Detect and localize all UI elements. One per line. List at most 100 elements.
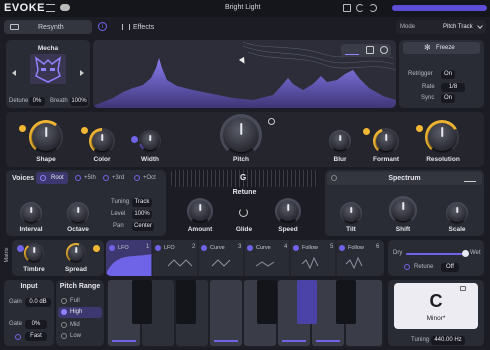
settings-icon[interactable] (380, 46, 388, 54)
mod-tab-6-num: 6 (376, 244, 380, 250)
voice-fifth-toggle[interactable] (75, 175, 81, 181)
gain-value[interactable]: 0.0 dB (25, 298, 51, 307)
mod-tab-1[interactable]: LFO (109, 243, 129, 252)
undo-icon[interactable] (356, 4, 364, 12)
pitch-knob[interactable] (224, 118, 258, 152)
shift-knob[interactable] (392, 199, 414, 221)
cube-icon[interactable] (366, 46, 374, 54)
waveform-tab-icon (10, 24, 19, 30)
info-icon[interactable]: i (98, 22, 107, 31)
speed-label: Speed (278, 226, 298, 233)
mix-retune-toggle[interactable] (404, 264, 410, 270)
black-key[interactable] (257, 280, 277, 324)
tuning-value[interactable]: Track (132, 198, 152, 207)
voice-octave-label[interactable]: +Oct (143, 175, 156, 181)
white-key[interactable] (210, 280, 242, 346)
color-mod-icon[interactable] (81, 127, 88, 134)
fast-label[interactable]: Fast (25, 332, 47, 341)
shape-mod-icon[interactable] (19, 125, 26, 132)
pan-value[interactable]: Center (132, 222, 154, 231)
mix-panel (388, 240, 484, 276)
formant-knob[interactable] (376, 131, 396, 151)
cloud-icon[interactable] (60, 4, 70, 11)
spectrum-wave-icon[interactable] (464, 175, 476, 182)
wave-view-icon[interactable] (345, 46, 359, 55)
key-tuning-value[interactable]: 440.00 Hz (431, 336, 465, 345)
preset-name[interactable]: Bright Light (225, 4, 260, 11)
retune-title: Retune (232, 189, 257, 196)
width-knob[interactable] (141, 132, 159, 150)
mix-retune-label: Retune (414, 264, 434, 270)
tab-effects[interactable]: Effects (133, 24, 154, 31)
tilt-label: Tilt (346, 226, 356, 233)
spread-mod-icon[interactable] (93, 245, 100, 252)
shape-knob[interactable] (32, 123, 60, 151)
range-high-radio (61, 309, 67, 315)
interval-knob[interactable] (22, 204, 40, 222)
breath-label: Breath (50, 98, 68, 104)
voice-root-label: Root (51, 175, 64, 181)
black-key[interactable] (297, 280, 317, 324)
glide-label: Glide (235, 226, 253, 233)
mod-tab-6[interactable]: Follow (339, 243, 364, 252)
resolution-mod-icon[interactable] (416, 125, 423, 132)
mix-retune-value[interactable]: Off (441, 263, 459, 272)
mod-tab-3[interactable]: Curve (201, 243, 225, 252)
fast-toggle[interactable] (15, 334, 21, 340)
color-knob[interactable] (92, 131, 112, 151)
timbre-knob[interactable] (26, 245, 42, 261)
redo-icon[interactable] (369, 4, 377, 12)
amount-knob[interactable] (190, 201, 210, 221)
mod-tab-6-name: Follow (348, 244, 364, 251)
width-label: Width (141, 156, 159, 163)
voice-octave-toggle[interactable] (134, 175, 140, 181)
black-key[interactable] (132, 280, 152, 324)
retune-note: G (240, 173, 247, 182)
black-key[interactable] (176, 280, 196, 324)
detune-label: Detune (9, 98, 29, 104)
rate-value[interactable]: 1/8 (441, 83, 465, 92)
voice-third-label[interactable]: +3rd (112, 175, 124, 181)
timbre-mod-icon[interactable] (17, 245, 24, 252)
hamburger-icon[interactable] (46, 4, 55, 12)
power-icon[interactable] (239, 208, 248, 217)
spread-knob[interactable] (68, 245, 84, 261)
level-value[interactable]: 100% (132, 210, 152, 219)
link-icon[interactable] (268, 118, 275, 125)
voice-third-toggle[interactable] (103, 175, 109, 181)
next-arrow-icon[interactable] (80, 70, 84, 76)
octave-knob[interactable] (69, 204, 87, 222)
mod-tab-4[interactable]: Curve (247, 243, 271, 252)
mod-tab-5-num: 5 (330, 244, 334, 250)
range-low-radio[interactable] (61, 333, 67, 339)
prev-arrow-icon[interactable] (12, 70, 16, 76)
compare-icon[interactable] (343, 4, 351, 12)
detune-value[interactable]: 0% (29, 97, 45, 106)
voice-fifth-label[interactable]: +5th (84, 175, 96, 181)
black-key[interactable] (336, 280, 356, 324)
output-meter[interactable] (392, 5, 487, 11)
tilt-knob[interactable] (342, 204, 360, 222)
mix-slider-handle[interactable] (462, 250, 469, 257)
scale-knob[interactable] (448, 204, 466, 222)
breath-value[interactable]: 100% (70, 97, 88, 106)
interval-label: Interval (19, 226, 43, 233)
range-mid-radio[interactable] (61, 322, 67, 328)
mod-tab-2[interactable]: LFO (155, 243, 175, 252)
matrix-side-label[interactable]: Matrix (4, 242, 10, 268)
speed-knob[interactable] (278, 201, 298, 221)
mix-slider-track[interactable] (406, 253, 468, 255)
mod-tab-5[interactable]: Follow (293, 243, 318, 252)
shape-label: Shape (36, 156, 56, 163)
blur-knob[interactable] (331, 132, 349, 150)
gate-value[interactable]: 0% (25, 320, 47, 329)
key-highlight (112, 340, 136, 342)
resolution-knob[interactable] (428, 123, 456, 151)
width-mod-icon[interactable] (131, 136, 138, 143)
retrigger-value[interactable]: On (441, 70, 455, 79)
formant-mod-icon[interactable] (363, 128, 370, 135)
range-full-radio[interactable] (61, 298, 67, 304)
sync-value[interactable]: On (441, 94, 455, 103)
mod-tab-4-num: 4 (284, 244, 288, 250)
range-low-label: Low (70, 333, 82, 339)
